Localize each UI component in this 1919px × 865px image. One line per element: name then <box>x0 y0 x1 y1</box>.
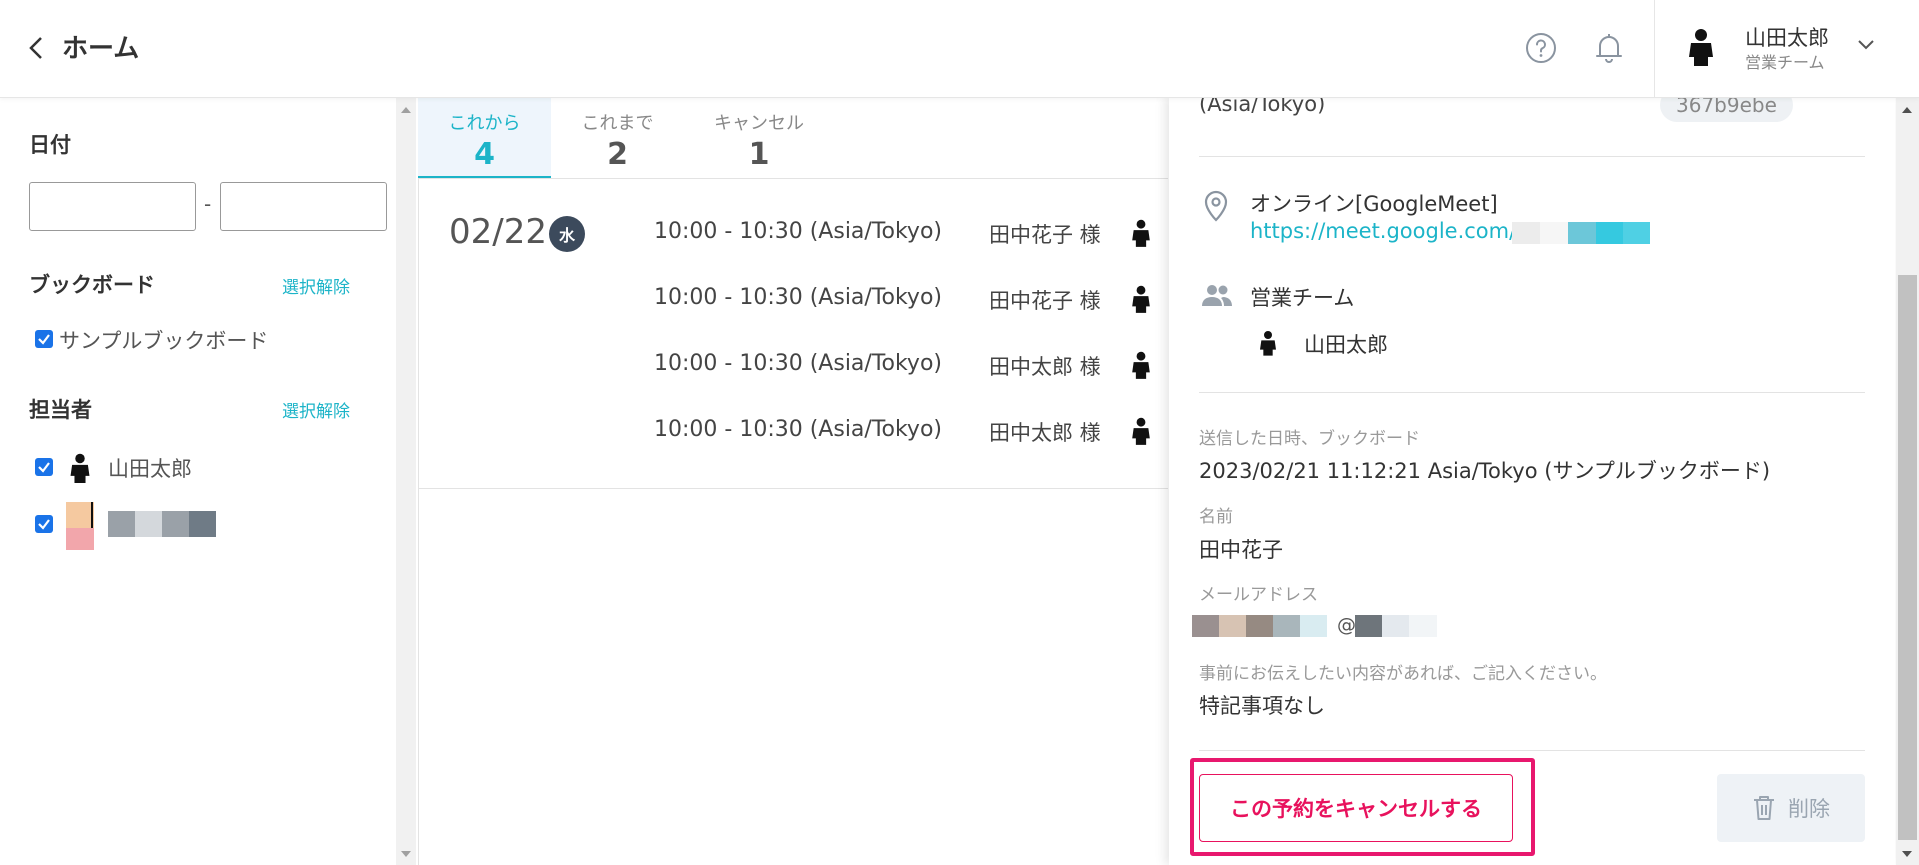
user-team: 営業チーム <box>1745 53 1825 72</box>
bookboard-checkbox[interactable] <box>35 330 53 348</box>
assignee-option-label: 山田太郎 <box>108 457 192 481</box>
tab-cancelled[interactable]: キャンセル 1 <box>684 97 834 179</box>
detail-divider <box>1199 750 1865 751</box>
checkmark-icon <box>38 519 50 530</box>
delete-button-label: 削除 <box>1788 797 1830 821</box>
location-type: オンライン[GoogleMeet] <box>1250 192 1498 216</box>
bookboard-filter-label: ブックボード <box>29 273 155 297</box>
header-divider <box>1654 0 1655 97</box>
email-at-sign: @ <box>1337 614 1356 636</box>
delete-button[interactable]: 削除 <box>1717 774 1865 842</box>
user-avatar-icon[interactable] <box>1686 28 1716 66</box>
person-icon <box>1132 417 1150 445</box>
appointment-guest: 田中花子 様 <box>989 289 1101 313</box>
redacted-email-local <box>1192 615 1327 637</box>
person-icon <box>1260 331 1276 356</box>
checkmark-icon <box>38 462 50 473</box>
bookboard-option-label: サンプルブックボード <box>59 329 269 353</box>
notification-bell-icon[interactable] <box>1594 32 1624 64</box>
user-name[interactable]: 山田太郎 <box>1745 22 1829 52</box>
date-filter-label: 日付 <box>29 133 71 157</box>
team-name: 営業チーム <box>1250 286 1355 310</box>
appointment-row[interactable]: 10:00 - 10:30 (Asia/Tokyo) 田中花子 様 <box>654 215 1154 255</box>
assignee-checkbox[interactable] <box>35 458 53 476</box>
appointment-guest: 田中太郎 様 <box>989 421 1101 445</box>
page-title: ホーム <box>62 34 140 64</box>
date-to-input[interactable] <box>220 182 387 231</box>
person-icon <box>1132 351 1150 379</box>
tab-label: これまで <box>581 113 654 134</box>
appointment-guest: 田中太郎 様 <box>989 355 1101 379</box>
day-of-week-badge: 水 <box>549 216 585 252</box>
redacted-avatar <box>66 502 94 550</box>
list-date: 02/22 <box>449 212 547 252</box>
appointment-time: 10:00 - 10:30 (Asia/Tokyo) <box>654 417 942 442</box>
sent-at-label: 送信した日時、ブックボード <box>1199 429 1420 449</box>
appointment-time: 10:00 - 10:30 (Asia/Tokyo) <box>654 285 942 310</box>
tab-label: キャンセル <box>714 113 804 134</box>
name-value: 田中花子 <box>1199 538 1283 562</box>
team-member: 山田太郎 <box>1304 333 1388 357</box>
notes-value: 特記事項なし <box>1199 694 1325 718</box>
tab-count: 2 <box>607 137 628 172</box>
scroll-up-arrow-icon[interactable] <box>1902 107 1912 113</box>
help-icon[interactable] <box>1525 32 1557 64</box>
tab-count: 4 <box>474 137 495 172</box>
appointment-row[interactable]: 10:00 - 10:30 (Asia/Tokyo) 田中太郎 様 <box>654 347 1154 387</box>
meet-link[interactable]: https://meet.google.com/ <box>1250 219 1516 243</box>
chevron-down-icon[interactable] <box>1856 38 1876 52</box>
trash-icon <box>1754 796 1774 820</box>
email-label: メールアドレス <box>1199 585 1318 605</box>
scrollbar-thumb[interactable] <box>1898 275 1917 840</box>
redacted-meet-code <box>1512 222 1650 244</box>
detail-divider <box>1199 392 1865 393</box>
tab-past[interactable]: これまで 2 <box>551 97 684 179</box>
date-from-input[interactable] <box>29 182 196 231</box>
tab-label: これから <box>448 113 521 134</box>
scroll-down-arrow-icon[interactable] <box>1902 851 1912 857</box>
location-pin-icon <box>1204 190 1228 222</box>
back-chevron-icon[interactable] <box>26 34 48 62</box>
scroll-down-arrow-icon[interactable] <box>401 851 411 857</box>
appointment-row[interactable]: 10:00 - 10:30 (Asia/Tokyo) 田中太郎 様 <box>654 413 1154 453</box>
app-header: ホーム 山田太郎 営業チーム <box>0 0 1919 98</box>
tab-upcoming[interactable]: これから 4 <box>418 97 551 179</box>
assignee-filter-label: 担当者 <box>29 398 92 422</box>
appointment-time: 10:00 - 10:30 (Asia/Tokyo) <box>654 351 942 376</box>
sent-at-value: 2023/02/21 11:12:21 Asia/Tokyo (サンプルブックボ… <box>1199 459 1771 483</box>
bookboard-clear-link[interactable]: 選択解除 <box>282 273 350 298</box>
assignee-clear-link[interactable]: 選択解除 <box>282 397 350 422</box>
redacted-assignee-name <box>108 511 216 537</box>
assignee-checkbox[interactable] <box>35 515 53 533</box>
appointment-row[interactable]: 10:00 - 10:30 (Asia/Tokyo) 田中花子 様 <box>654 281 1154 321</box>
tab-divider <box>418 178 1168 179</box>
filter-panel-scrollbar[interactable] <box>396 97 416 865</box>
checkmark-icon <box>38 334 50 345</box>
redacted-email-domain <box>1355 615 1437 637</box>
scroll-up-arrow-icon[interactable] <box>401 107 411 113</box>
appointment-time: 10:00 - 10:30 (Asia/Tokyo) <box>654 219 942 244</box>
tab-count: 1 <box>748 137 770 172</box>
notes-label: 事前にお伝えしたい内容があれば、ご記入ください。 <box>1199 664 1607 684</box>
name-label: 名前 <box>1199 507 1233 527</box>
detail-divider <box>1199 156 1865 157</box>
date-range-separator: - <box>204 192 212 216</box>
person-icon <box>1132 285 1150 313</box>
appointment-guest: 田中花子 様 <box>989 223 1101 247</box>
team-icon <box>1202 285 1232 306</box>
list-divider <box>418 488 1168 489</box>
cancel-reservation-button[interactable]: この予約をキャンセルする <box>1199 774 1513 842</box>
person-icon <box>1132 219 1150 247</box>
person-icon <box>70 453 90 483</box>
